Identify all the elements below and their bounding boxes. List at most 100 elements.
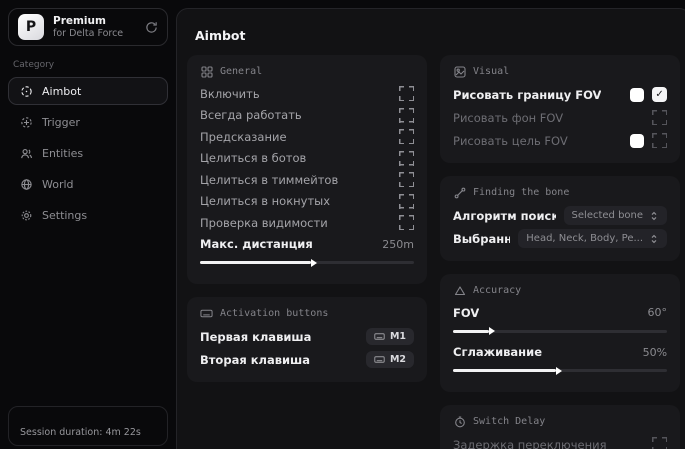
app-logo: P xyxy=(18,14,44,40)
visual-card-header: Visual xyxy=(453,65,667,78)
toggle-row-visibility-check: Проверка видимости xyxy=(200,212,414,234)
sidebar-item-world[interactable]: World xyxy=(8,170,168,198)
keyboard-icon xyxy=(374,354,385,365)
checkbox-switch-delay[interactable] xyxy=(652,437,667,449)
chevron-updown-icon xyxy=(649,211,659,221)
world-globe-icon xyxy=(19,177,33,191)
image-icon xyxy=(453,65,466,78)
bone-card-header: Finding the bone xyxy=(453,186,667,199)
left-column: General Включить Всегда работать Предска… xyxy=(187,55,427,449)
max-distance-row: Макс. дистанция 250m xyxy=(200,234,414,256)
aimbot-crosshair-icon xyxy=(19,84,33,98)
toggle-row-target-knocked: Целиться в нокнутых xyxy=(200,191,414,213)
sidebar-item-label: Aimbot xyxy=(42,85,81,98)
checkbox-target-bots[interactable] xyxy=(399,151,414,166)
fov-slider[interactable] xyxy=(453,330,667,333)
smoothing-row: Сглаживание 50% xyxy=(453,342,667,364)
accuracy-card-header: Accuracy xyxy=(453,284,667,297)
switch-delay-card: Switch Delay Задержка переключения Задер… xyxy=(440,405,680,449)
fov-target-color-swatch[interactable] xyxy=(630,134,644,148)
sidebar-item-label: Entities xyxy=(42,147,83,160)
session-duration-label: Session duration: 4m 22s xyxy=(20,427,141,438)
sidebar: P Premium for Delta Force Category Aimbo… xyxy=(0,0,176,449)
sidebar-item-label: World xyxy=(42,178,74,191)
general-card: General Включить Всегда работать Предска… xyxy=(187,55,427,284)
chevron-updown-icon xyxy=(649,234,659,244)
checkbox-always-work[interactable] xyxy=(399,108,414,123)
slider-fill[interactable] xyxy=(453,330,489,333)
sidebar-item-aimbot[interactable]: Aimbot xyxy=(8,77,168,105)
session-duration-box: Session duration: 4m 22s xyxy=(8,406,168,446)
section-title: Finding the bone xyxy=(473,187,569,198)
logo-text: Premium for Delta Force xyxy=(53,15,123,40)
activation-buttons-card: Activation buttons Первая клавиша M1 Вто… xyxy=(187,297,427,382)
bone-algorithm-select[interactable]: Selected bone xyxy=(564,206,667,225)
slider-fill[interactable] xyxy=(200,261,311,264)
visual-card: Visual Рисовать границу FOV Рисовать фон… xyxy=(440,55,680,163)
switch-delay-card-header: Switch Delay xyxy=(453,415,667,428)
general-card-header: General xyxy=(200,65,414,78)
accuracy-card: Accuracy FOV 60° Сглаживание 50% xyxy=(440,274,680,392)
app-title: Premium xyxy=(53,15,123,28)
section-title: Accuracy xyxy=(473,285,521,296)
checkbox-target-knocked[interactable] xyxy=(399,194,414,209)
first-key-bind-button[interactable]: M1 xyxy=(366,328,414,345)
sidebar-item-entities[interactable]: Entities xyxy=(8,139,168,167)
sidebar-item-trigger[interactable]: Trigger xyxy=(8,108,168,136)
checkbox-target-teammates[interactable] xyxy=(399,172,414,187)
triangle-icon xyxy=(453,284,466,297)
page-title: Aimbot xyxy=(195,28,680,43)
activation-card-header: Activation buttons xyxy=(200,307,414,320)
sidebar-item-settings[interactable]: Settings xyxy=(8,201,168,229)
sidebar-item-label: Trigger xyxy=(42,116,80,129)
smoothing-value: 50% xyxy=(643,346,667,359)
finding-bone-card: Finding the bone Алгоритм поиска кост Se… xyxy=(440,176,680,261)
logo-card: P Premium for Delta Force xyxy=(8,8,168,46)
checkbox-visibility-check[interactable] xyxy=(399,215,414,230)
bone-icon xyxy=(453,186,466,199)
sidebar-item-label: Settings xyxy=(42,209,87,222)
bone-algorithm-row: Алгоритм поиска кост Selected bone xyxy=(453,204,667,227)
section-title: Activation buttons xyxy=(220,308,328,319)
toggle-row-always-work: Всегда работать xyxy=(200,105,414,127)
trigger-crosshair-icon xyxy=(19,115,33,129)
keyboard-icon xyxy=(200,307,213,320)
refresh-icon[interactable] xyxy=(145,21,158,34)
checkbox-draw-fov-background[interactable] xyxy=(652,110,667,125)
toggle-row-prediction: Предсказание xyxy=(200,126,414,148)
draw-fov-border-row: Рисовать границу FOV xyxy=(453,83,667,106)
checkbox-enable[interactable] xyxy=(399,86,414,101)
timer-icon xyxy=(453,415,466,428)
section-title: Visual xyxy=(473,66,509,77)
right-column: Visual Рисовать границу FOV Рисовать фон… xyxy=(440,55,680,449)
checkbox-draw-fov-border[interactable] xyxy=(652,87,667,102)
grid-icon xyxy=(200,65,213,78)
draw-fov-target-row: Рисовать цель FOV xyxy=(453,129,667,152)
max-distance-value: 250m xyxy=(382,238,414,251)
fov-value: 60° xyxy=(648,306,668,319)
slider-fill[interactable] xyxy=(453,369,556,372)
second-key-row: Вторая клавиша M2 xyxy=(200,348,414,371)
switch-delay-toggle-row: Задержка переключения xyxy=(453,433,667,449)
toggle-row-enable: Включить xyxy=(200,83,414,105)
section-title: Switch Delay xyxy=(473,416,545,427)
smoothing-slider[interactable] xyxy=(453,369,667,372)
draw-fov-background-row: Рисовать фон FOV xyxy=(453,106,667,129)
selected-bones-row: Выбранные кос Head, Neck, Body, Pe... xyxy=(453,227,667,250)
main-panel: Aimbot General Включит xyxy=(176,8,685,449)
checkbox-draw-fov-target[interactable] xyxy=(652,133,667,148)
keyboard-icon xyxy=(374,331,385,342)
selected-bones-select[interactable]: Head, Neck, Body, Pe... xyxy=(518,229,667,248)
section-title: General xyxy=(220,66,262,77)
toggle-row-target-bots: Целиться в ботов xyxy=(200,148,414,170)
checkbox-prediction[interactable] xyxy=(399,129,414,144)
fov-border-color-swatch[interactable] xyxy=(630,88,644,102)
entities-icon xyxy=(19,146,33,160)
first-key-row: Первая клавиша M1 xyxy=(200,325,414,348)
app-window: P Premium for Delta Force Category Aimbo… xyxy=(0,0,685,449)
fov-row: FOV 60° xyxy=(453,302,667,324)
second-key-bind-button[interactable]: M2 xyxy=(366,351,414,368)
gear-icon xyxy=(19,208,33,222)
category-label: Category xyxy=(13,60,163,70)
max-distance-slider[interactable] xyxy=(200,261,414,264)
